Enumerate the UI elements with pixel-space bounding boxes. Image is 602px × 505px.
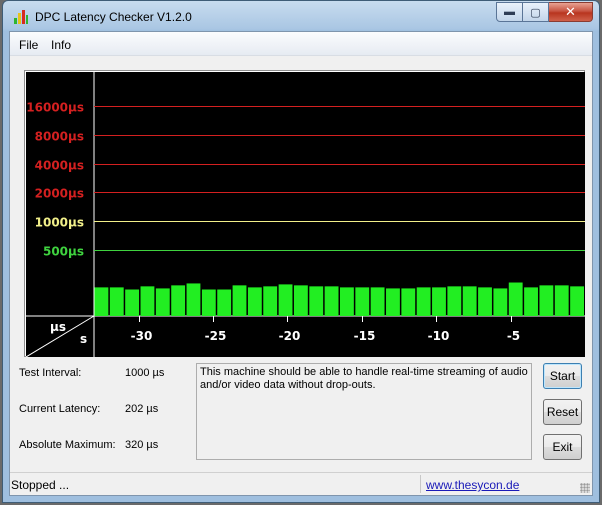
latency-bar [432,287,446,316]
reset-button[interactable]: Reset [543,399,582,425]
maximize-icon: ▢ [530,6,541,19]
x-tick-label: -5 [507,329,520,343]
latency-bar [340,287,354,316]
menu-bar: File Info [10,32,592,56]
minimize-icon: ▬ [504,6,515,18]
result-message: This machine should be able to handle re… [200,366,528,391]
absolute-maximum-label: Absolute Maximum: [19,439,116,451]
latency-bar [186,283,201,316]
y-tick-label: 16000µs [26,101,84,115]
status-divider [420,475,421,493]
latency-bar [508,282,523,316]
current-latency-label: Current Latency: [19,403,101,415]
x-tick-label: -30 [131,329,153,343]
test-interval-value: 1000 µs [125,367,165,379]
y-tick-label: 1000µs [35,216,84,230]
window-controls: ▬ ▢ ✕ [496,2,593,22]
x-tick-label: -10 [428,329,450,343]
y-unit-label: µs [50,320,66,334]
website-link[interactable]: www.thesycon.de [426,478,519,492]
latency-bar [247,287,262,316]
latency-bar [570,286,584,316]
latency-bar [324,286,339,316]
latency-bar [416,287,431,316]
latency-bar [278,284,293,316]
absolute-maximum-value: 320 µs [125,439,159,451]
latency-bar [309,286,324,316]
latency-bar [447,286,462,316]
latency-bar [109,287,124,316]
latency-bar [94,287,109,316]
current-latency-value: 202 µs [125,403,159,415]
latency-bar [462,286,477,316]
latency-bar [217,289,232,316]
menu-info[interactable]: Info [51,38,71,52]
test-interval-label: Test Interval: [19,367,82,379]
latency-bar [478,287,492,316]
latency-bar [155,288,170,316]
latency-bar [232,285,247,316]
latency-bar [554,285,569,316]
close-button[interactable]: ✕ [549,2,593,22]
title-bar[interactable]: DPC Latency Checker V1.2.0 ▬ ▢ ✕ [3,1,599,31]
latency-bar [201,289,216,316]
start-button[interactable]: Start [543,363,582,389]
app-window: DPC Latency Checker V1.2.0 ▬ ▢ ✕ File In… [2,0,600,503]
x-unit-label: s [80,332,87,346]
x-tick-label: -20 [279,329,301,343]
latency-bar [493,288,508,316]
x-tick-label: -15 [354,329,376,343]
latency-bar [370,287,385,316]
status-bar: Stopped ... www.thesycon.de [10,472,592,495]
y-tick-label: 4000µs [35,159,84,173]
y-tick-label: 2000µs [35,187,84,201]
latency-bar [125,289,140,316]
result-message-box: This machine should be able to handle re… [196,363,532,460]
latency-bar [293,285,308,316]
close-icon: ✕ [565,4,576,19]
latency-bar [355,287,370,316]
latency-chart: 16000µs 8000µs 4000µs 2000µs 1000µs 500µs -30 -… [26,72,585,357]
latency-bar [263,286,278,316]
exit-button[interactable]: Exit [543,434,582,460]
resize-grip-icon[interactable] [580,483,590,493]
latency-bar [401,288,416,316]
status-text: Stopped ... [11,478,70,492]
latency-bar [386,288,400,316]
latency-graph: 16000µs 8000µs 4000µs 2000µs 1000µs 500µs -30 -… [24,70,585,357]
latency-bar [171,285,186,316]
y-tick-label: 8000µs [35,130,84,144]
latency-bar [140,286,155,316]
y-tick-label: 500µs [43,245,84,259]
latency-bar [539,285,554,316]
app-logo-icon [14,10,28,24]
latency-bar [524,287,538,316]
window-title: DPC Latency Checker V1.2.0 [35,10,192,24]
menu-file[interactable]: File [19,38,38,52]
x-tick-label: -25 [205,329,227,343]
maximize-button[interactable]: ▢ [523,2,549,22]
client-area: File Info 16000µs 8000µs 4000µs 2000µs 1000µ… [9,31,593,496]
minimize-button[interactable]: ▬ [496,2,523,22]
